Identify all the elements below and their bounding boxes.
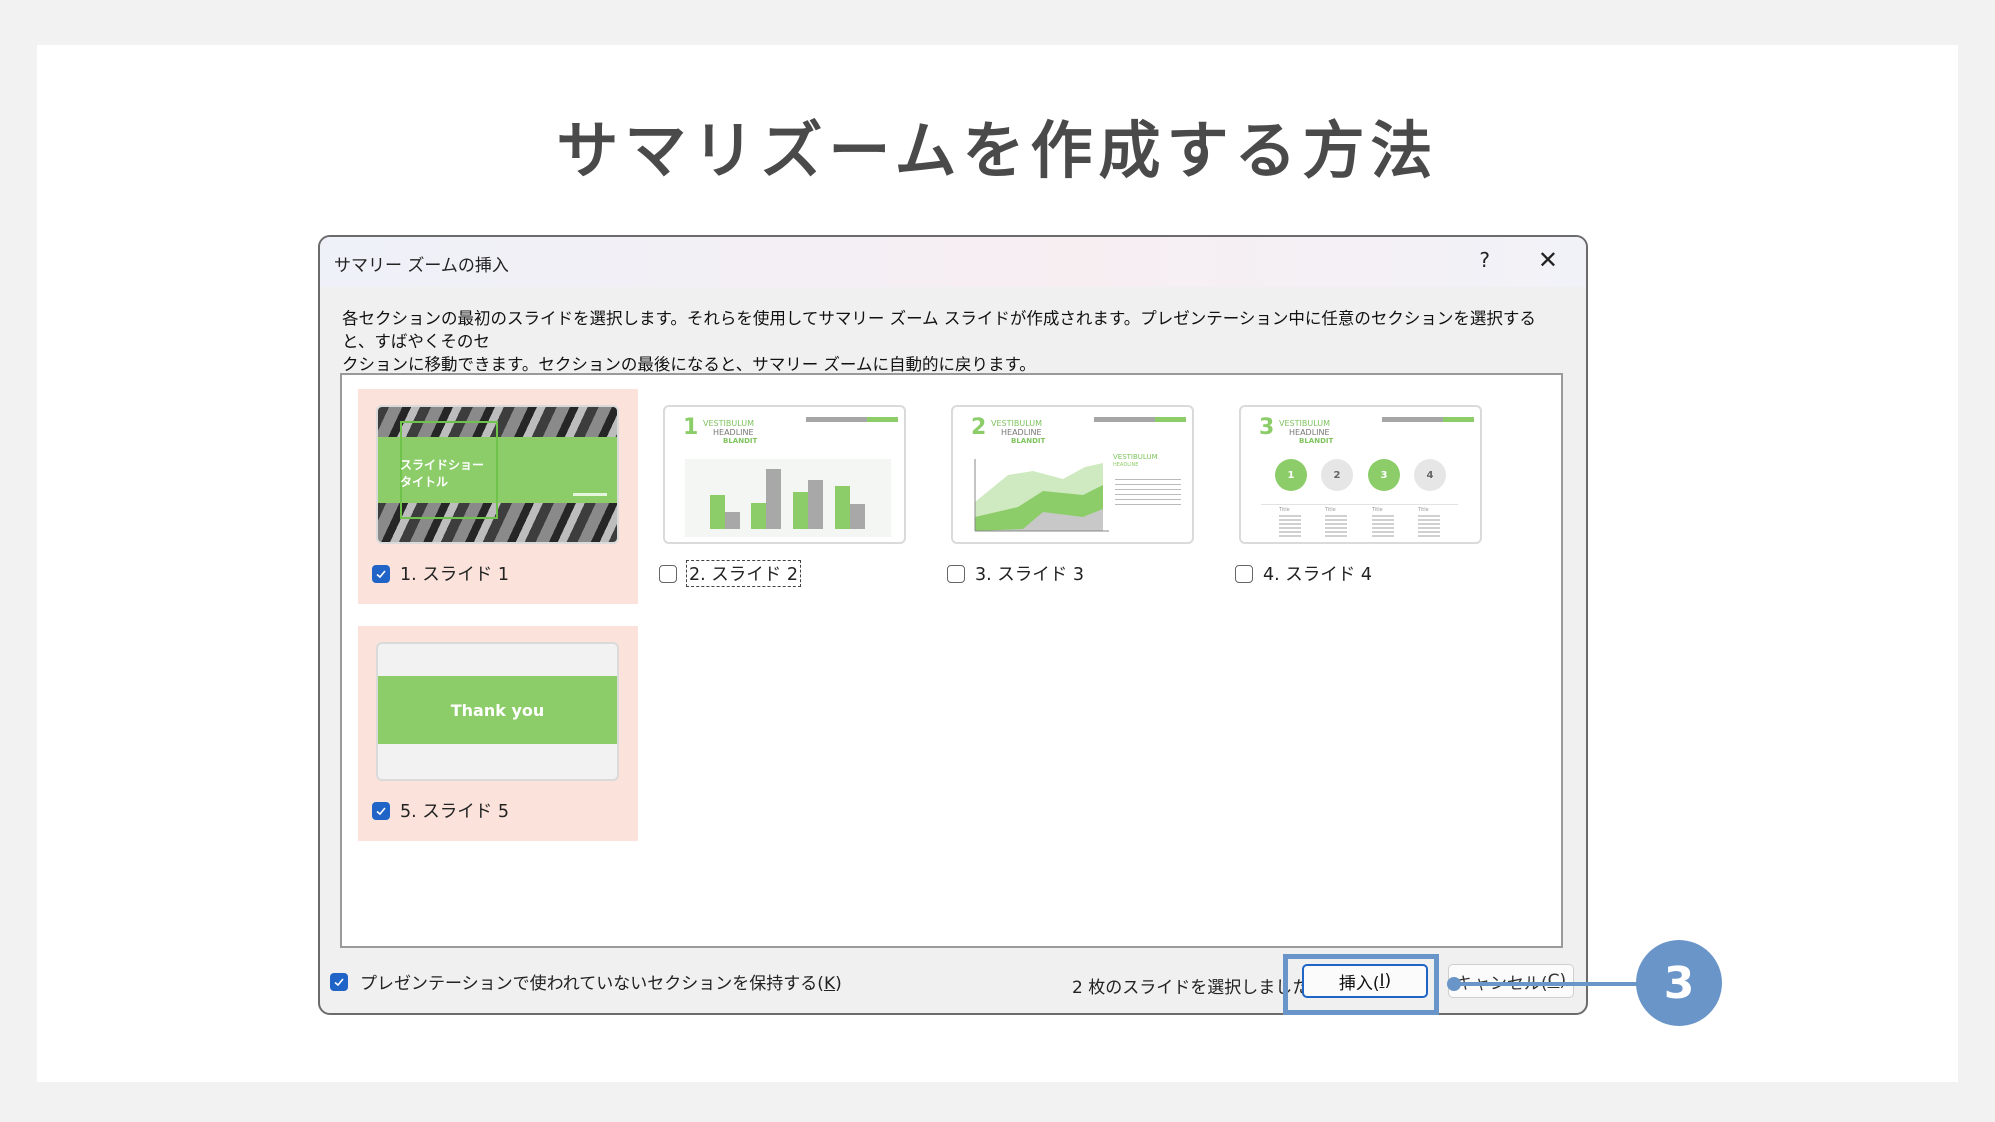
- step-number-badge: 3: [1636, 940, 1722, 1026]
- chart-bar: [793, 492, 808, 529]
- checkbox-unchecked-icon[interactable]: [1235, 564, 1253, 583]
- step-title: Title: [1418, 507, 1429, 513]
- step-circle: 3: [1368, 459, 1400, 491]
- checkbox-unchecked-icon[interactable]: [947, 564, 965, 583]
- slide-thumbnail-5[interactable]: Thank you: [376, 642, 619, 781]
- slide-label: 3. スライド 3: [975, 565, 1084, 585]
- button-label: キャンセル(: [1455, 973, 1548, 994]
- headline-2: HEADLINE: [1289, 428, 1330, 437]
- text-lines: [1418, 515, 1440, 537]
- bar-chart-area: [685, 459, 891, 537]
- thumbnail-title: スライドショー タイトル: [400, 458, 485, 489]
- help-button[interactable]: ?: [1479, 248, 1490, 272]
- callout-line: [1452, 982, 1642, 986]
- cancel-button[interactable]: キャンセル(C): [1448, 964, 1574, 998]
- checkbox-unchecked-icon[interactable]: [659, 564, 677, 583]
- slide-checkbox-row-4[interactable]: 4. スライド 4: [1235, 561, 1372, 586]
- text-lines: [1279, 515, 1301, 537]
- label-main: プレゼンテーションで使われていないセクションを保持する(: [360, 974, 824, 994]
- access-key: K: [823, 974, 836, 994]
- progress-bar: [1094, 417, 1186, 422]
- slide-checkbox-row-1[interactable]: 1. スライド 1: [372, 561, 509, 586]
- area-chart: [974, 459, 1109, 532]
- side-heading-2: HEADLINE: [1113, 462, 1139, 468]
- divider: [1261, 504, 1458, 505]
- logo-text-placeholder: [573, 493, 607, 496]
- slide-thumbnail-1[interactable]: スライドショー タイトル: [376, 405, 619, 544]
- selection-status: 2 枚のスライドを選択しました: [1072, 978, 1310, 998]
- dialog-titlebar: サマリー ズームの挿入 ? ✕: [320, 237, 1586, 287]
- chart-bar: [835, 486, 850, 529]
- close-button[interactable]: ✕: [1538, 246, 1558, 274]
- slide-label: 4. スライド 4: [1263, 565, 1372, 585]
- headline-3: BLANDIT: [1299, 437, 1334, 445]
- headline-3: BLANDIT: [1011, 437, 1046, 445]
- slide-item-4[interactable]: 3 VESTIBULUM HEADLINE BLANDIT 1 2 3 4 Ti…: [1221, 389, 1501, 604]
- chart-bar: [751, 503, 766, 529]
- slide-item-3[interactable]: 2 VESTIBULUM HEADLINE BLANDIT VESTIBULUM…: [933, 389, 1213, 604]
- thank-you-band: Thank you: [378, 676, 617, 744]
- headline-1: VESTIBULUM: [1279, 419, 1331, 428]
- dialog-title: サマリー ズームの挿入: [334, 256, 509, 276]
- dialog-description: 各セクションの最初のスライドを選択します。それらを使用してサマリー ズーム スラ…: [342, 307, 1562, 376]
- keep-sections-label: プレゼンテーションで使われていないセクションを保持する(K): [360, 969, 842, 994]
- checkbox-checked-icon[interactable]: [372, 564, 390, 583]
- progress-bar: [1382, 417, 1474, 422]
- insert-button-highlight: [1283, 954, 1439, 1015]
- text-lines: [1325, 515, 1347, 537]
- step-circle: 2: [1321, 459, 1353, 491]
- page-title: サマリズームを作成する方法: [556, 114, 1439, 187]
- slide-item-2[interactable]: 1 VESTIBULUM HEADLINE BLANDIT 2. スライド 2: [645, 389, 925, 604]
- button-label-end: ): [1559, 971, 1567, 991]
- slide-label: 2. スライド 2: [686, 560, 801, 587]
- step-column: Title: [1325, 507, 1351, 539]
- slide-label: 5. スライド 5: [400, 802, 509, 822]
- step-circle: 4: [1414, 459, 1446, 491]
- label-end: ): [835, 974, 842, 994]
- access-key: C: [1547, 971, 1560, 991]
- slide-number: 1: [683, 415, 699, 440]
- slide-item-5[interactable]: Thank you 5. スライド 5: [358, 626, 638, 841]
- headline-1: VESTIBULUM: [991, 419, 1043, 428]
- keep-unused-sections-option[interactable]: プレゼンテーションで使われていないセクションを保持する(K): [330, 969, 842, 994]
- slide-checkbox-row-2[interactable]: 2. スライド 2: [659, 560, 801, 587]
- slide-list[interactable]: スライドショー タイトル 1. スライド 1 1 VESTIBULUM HEADL…: [340, 373, 1563, 948]
- slide-item-1[interactable]: スライドショー タイトル 1. スライド 1: [358, 389, 638, 604]
- text-lines: [1115, 479, 1181, 509]
- chart-bar: [725, 512, 740, 529]
- side-heading-1: VESTIBULUM: [1113, 453, 1158, 461]
- step-column: Title: [1372, 507, 1398, 539]
- slide-label: 1. スライド 1: [400, 565, 509, 585]
- text-lines: [1372, 515, 1394, 537]
- slide-checkbox-row-3[interactable]: 3. スライド 3: [947, 561, 1084, 586]
- slide-thumbnail-4[interactable]: 3 VESTIBULUM HEADLINE BLANDIT 1 2 3 4 Ti…: [1239, 405, 1482, 544]
- step-column: Title: [1279, 507, 1305, 539]
- slide-thumbnail-2[interactable]: 1 VESTIBULUM HEADLINE BLANDIT: [663, 405, 906, 544]
- step-title: Title: [1279, 507, 1290, 513]
- step-title: Title: [1372, 507, 1383, 513]
- slide-number: 3: [1259, 415, 1275, 440]
- chart-bar: [710, 495, 725, 529]
- insert-summary-zoom-dialog: サマリー ズームの挿入 ? ✕ 各セクションの最初のスライドを選択します。それら…: [318, 235, 1588, 1015]
- headline-2: HEADLINE: [713, 428, 754, 437]
- step-column: Title: [1418, 507, 1444, 539]
- chart-bar: [766, 469, 781, 529]
- step-circle: 1: [1275, 459, 1307, 491]
- headline-1: VESTIBULUM: [703, 419, 755, 428]
- headline-3: BLANDIT: [723, 437, 758, 445]
- chart-bar: [808, 480, 823, 529]
- headline-2: HEADLINE: [1001, 428, 1042, 437]
- slide-number: 2: [971, 415, 987, 440]
- checkbox-checked-icon[interactable]: [330, 972, 348, 991]
- description-line-1: 各セクションの最初のスライドを選択します。それらを使用してサマリー ズーム スラ…: [342, 309, 1536, 351]
- slide-thumbnail-3[interactable]: 2 VESTIBULUM HEADLINE BLANDIT VESTIBULUM…: [951, 405, 1194, 544]
- checkbox-checked-icon[interactable]: [372, 801, 390, 820]
- slide-checkbox-row-5[interactable]: 5. スライド 5: [372, 798, 509, 823]
- callout-dot: [1447, 977, 1461, 991]
- chart-bar: [850, 504, 865, 529]
- step-title: Title: [1325, 507, 1336, 513]
- progress-bar: [806, 417, 898, 422]
